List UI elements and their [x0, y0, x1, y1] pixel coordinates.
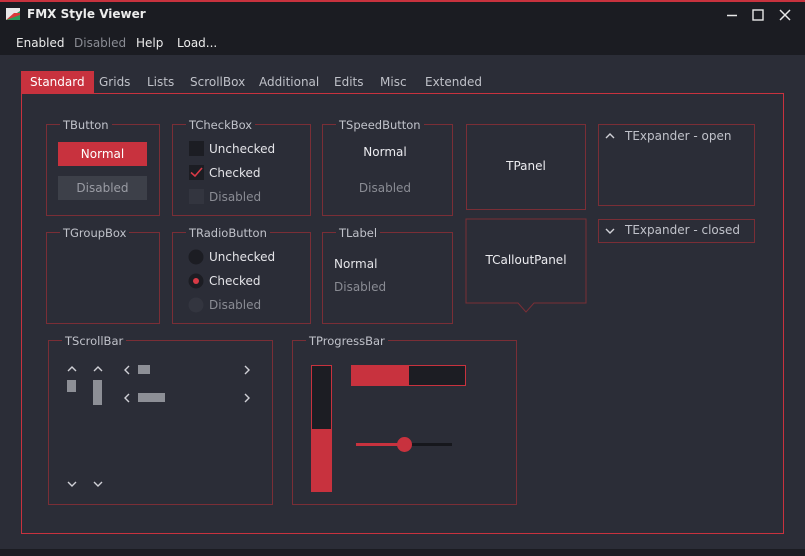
group-tbutton: [46, 124, 160, 216]
texpander-closed-caption[interactable]: TExpander - closed: [625, 223, 740, 237]
group-tspeedbutton-caption: TSpeedButton: [336, 118, 424, 132]
chevron-up-icon[interactable]: [604, 131, 616, 141]
scroll-left-arrow-icon[interactable]: [122, 392, 132, 404]
checkbox-unchecked-label: Unchecked: [209, 142, 276, 156]
speedbutton-disabled[interactable]: Disabled: [330, 181, 440, 195]
checkbox-unchecked[interactable]: [189, 141, 204, 156]
group-tgroupbox-caption: TGroupBox: [60, 226, 130, 240]
radio-unchecked[interactable]: [188, 249, 204, 265]
speedbutton-normal[interactable]: Normal: [330, 145, 440, 159]
tpanel-caption: TPanel: [506, 159, 546, 173]
vscrollbar-thumb-large[interactable]: [93, 380, 102, 405]
radio-checked-label: Checked: [209, 274, 261, 288]
scroll-down-arrow-icon[interactable]: [92, 479, 104, 489]
close-icon: [779, 9, 791, 21]
normal-button[interactable]: Normal: [58, 142, 147, 166]
radio-disabled-label: Disabled: [209, 298, 262, 312]
app-logo-icon: [6, 8, 20, 20]
tab-extended[interactable]: Extended: [416, 71, 491, 93]
maximize-icon: [752, 9, 764, 21]
group-tradiobutton-caption: TRadioButton: [186, 226, 270, 240]
menu-enabled[interactable]: Enabled: [16, 36, 65, 50]
menu-load[interactable]: Load...: [177, 36, 217, 50]
tcalloutpanel-caption: TCalloutPanel: [485, 253, 567, 267]
scroll-right-arrow-icon[interactable]: [242, 364, 252, 376]
horizontal-progressbar: [351, 365, 466, 386]
group-tspeedbutton: [322, 124, 453, 216]
trackbar-thumb[interactable]: [396, 437, 412, 452]
scroll-up-arrow-icon[interactable]: [66, 364, 78, 374]
radio-checked[interactable]: [188, 273, 204, 289]
radio-unchecked-label: Unchecked: [209, 250, 276, 264]
tcalloutpanel: [465, 218, 587, 313]
vertical-progressbar: [311, 365, 332, 492]
scroll-up-arrow-icon[interactable]: [92, 364, 104, 374]
checkmark-icon: [190, 167, 203, 178]
label-normal: Normal: [334, 257, 378, 271]
checkbox-checked-label: Checked: [209, 166, 261, 180]
maximize-button[interactable]: [745, 3, 771, 27]
menu-disabled[interactable]: Disabled: [74, 36, 126, 50]
vertical-progressbar-fill: [312, 428, 331, 491]
radio-disabled[interactable]: [188, 297, 204, 313]
group-tscrollbar-caption: TScrollBar: [62, 334, 127, 348]
group-tlabel: [322, 232, 453, 324]
vscrollbar-thumb-small[interactable]: [67, 380, 76, 392]
scroll-right-arrow-icon[interactable]: [242, 392, 252, 404]
texpander-open-caption[interactable]: TExpander - open: [625, 129, 731, 143]
chevron-down-icon[interactable]: [604, 226, 616, 236]
close-button[interactable]: [772, 3, 798, 27]
checkbox-checked[interactable]: [189, 165, 204, 180]
group-tcheckbox-caption: TCheckBox: [186, 118, 256, 132]
tab-edits[interactable]: Edits: [325, 71, 373, 93]
hscrollbar-thumb-large[interactable]: [138, 393, 165, 402]
label-disabled: Disabled: [334, 280, 387, 294]
window-bottom-edge: [0, 549, 805, 556]
checkbox-disabled[interactable]: [189, 189, 204, 204]
tab-standard[interactable]: Standard: [21, 71, 94, 93]
menu-help[interactable]: Help: [136, 36, 163, 50]
hscrollbar-thumb-small[interactable]: [138, 365, 150, 374]
tab-scrollbox[interactable]: ScrollBox: [181, 71, 254, 93]
tab-grids[interactable]: Grids: [90, 71, 139, 93]
scroll-left-arrow-icon[interactable]: [122, 364, 132, 376]
checkbox-disabled-label: Disabled: [209, 190, 262, 204]
horizontal-progressbar-fill: [352, 366, 409, 385]
group-tgroupbox: [46, 232, 160, 324]
minimize-button[interactable]: [719, 3, 745, 27]
group-tprogressbar-caption: TProgressBar: [306, 334, 388, 348]
window-title: FMX Style Viewer: [27, 7, 146, 21]
minimize-icon: [727, 14, 737, 17]
group-tbutton-caption: TButton: [60, 118, 112, 132]
disabled-button[interactable]: Disabled: [58, 176, 147, 200]
tab-misc[interactable]: Misc: [371, 71, 416, 93]
tab-lists[interactable]: Lists: [138, 71, 183, 93]
scroll-down-arrow-icon[interactable]: [66, 479, 78, 489]
tab-additional[interactable]: Additional: [250, 71, 328, 93]
group-tlabel-caption: TLabel: [336, 226, 381, 240]
group-tscrollbar: [48, 340, 273, 505]
trackbar-track[interactable]: [356, 437, 452, 452]
